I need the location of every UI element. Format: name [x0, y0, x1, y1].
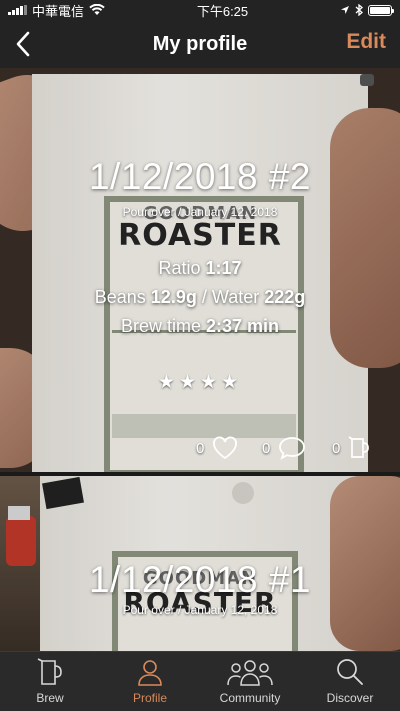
ratio-row: Ratio 1:17 — [158, 258, 242, 278]
speech-bubble-icon — [279, 437, 306, 460]
comment-button[interactable]: 0 — [262, 436, 306, 460]
action-bar: 0 0 0 — [0, 436, 400, 464]
pitcher-icon — [348, 436, 370, 458]
brew-feed[interactable]: GOODMAN ROASTER 1/12/2018 #2 Pour over /… — [0, 68, 400, 651]
beans-water-row: Beans 12.9g / Water 222g — [94, 287, 306, 307]
location-icon — [340, 6, 349, 14]
bluetooth-icon — [355, 4, 363, 16]
tab-bar: Brew Profile Community Discover — [0, 651, 400, 711]
brew-time-value: 2:37 min — [206, 316, 280, 336]
tab-label: Brew — [36, 691, 64, 705]
brew-count: 0 — [332, 439, 341, 457]
page-title: My profile — [152, 32, 248, 55]
like-button[interactable]: 0 — [196, 436, 238, 460]
search-icon — [337, 659, 363, 685]
tab-label: Discover — [326, 691, 374, 705]
people-icon — [227, 660, 273, 686]
signal-icon — [8, 5, 27, 15]
chevron-left-icon — [16, 31, 30, 57]
tab-brew[interactable]: Brew — [0, 652, 100, 711]
brew-card[interactable]: GOODMAN ROASTER 1/12/2018 #2 Pour over /… — [0, 68, 400, 472]
brew-time-row: Brew time 2:37 min — [120, 316, 280, 336]
person-icon — [138, 660, 162, 686]
battery-icon — [367, 4, 394, 16]
status-bar: 中華電信 下午6:25 — [0, 0, 400, 20]
water-value: 222g — [264, 287, 306, 307]
tab-discover[interactable]: Discover — [300, 652, 400, 711]
beans-value: 12.9g — [150, 287, 197, 307]
rating-stars: ★★★★ — [157, 372, 243, 393]
tab-label: Profile — [132, 691, 167, 705]
comment-count: 0 — [262, 439, 271, 457]
status-time: 下午6:25 — [196, 3, 249, 19]
tab-profile[interactable]: Profile — [100, 652, 200, 711]
nav-bar: My profile Edit — [0, 20, 400, 68]
heart-icon — [213, 436, 238, 460]
like-count: 0 — [196, 439, 205, 457]
carrier-label: 中華電信 — [32, 3, 85, 19]
brew-title: 1/12/2018 #2 — [88, 156, 312, 197]
tab-label: Community — [219, 691, 281, 705]
back-button[interactable] — [8, 26, 38, 62]
tab-community[interactable]: Community — [200, 652, 300, 711]
pitcher-icon — [37, 658, 62, 685]
ratio-value: 1:17 — [205, 258, 242, 278]
brew-subtitle: Pour over / January 12, 2018 — [122, 205, 278, 219]
wifi-icon — [89, 4, 105, 15]
brew-title: 1/12/2018 #1 — [88, 559, 312, 600]
brew-subtitle: Pour over / January 12, 2018 — [122, 603, 278, 617]
brew-this-button[interactable]: 0 — [332, 436, 370, 460]
edit-button[interactable]: Edit — [346, 30, 386, 54]
brew-card[interactable]: GOODMAN ROASTER 1/12/2018 #1 Pour over /… — [0, 476, 400, 651]
